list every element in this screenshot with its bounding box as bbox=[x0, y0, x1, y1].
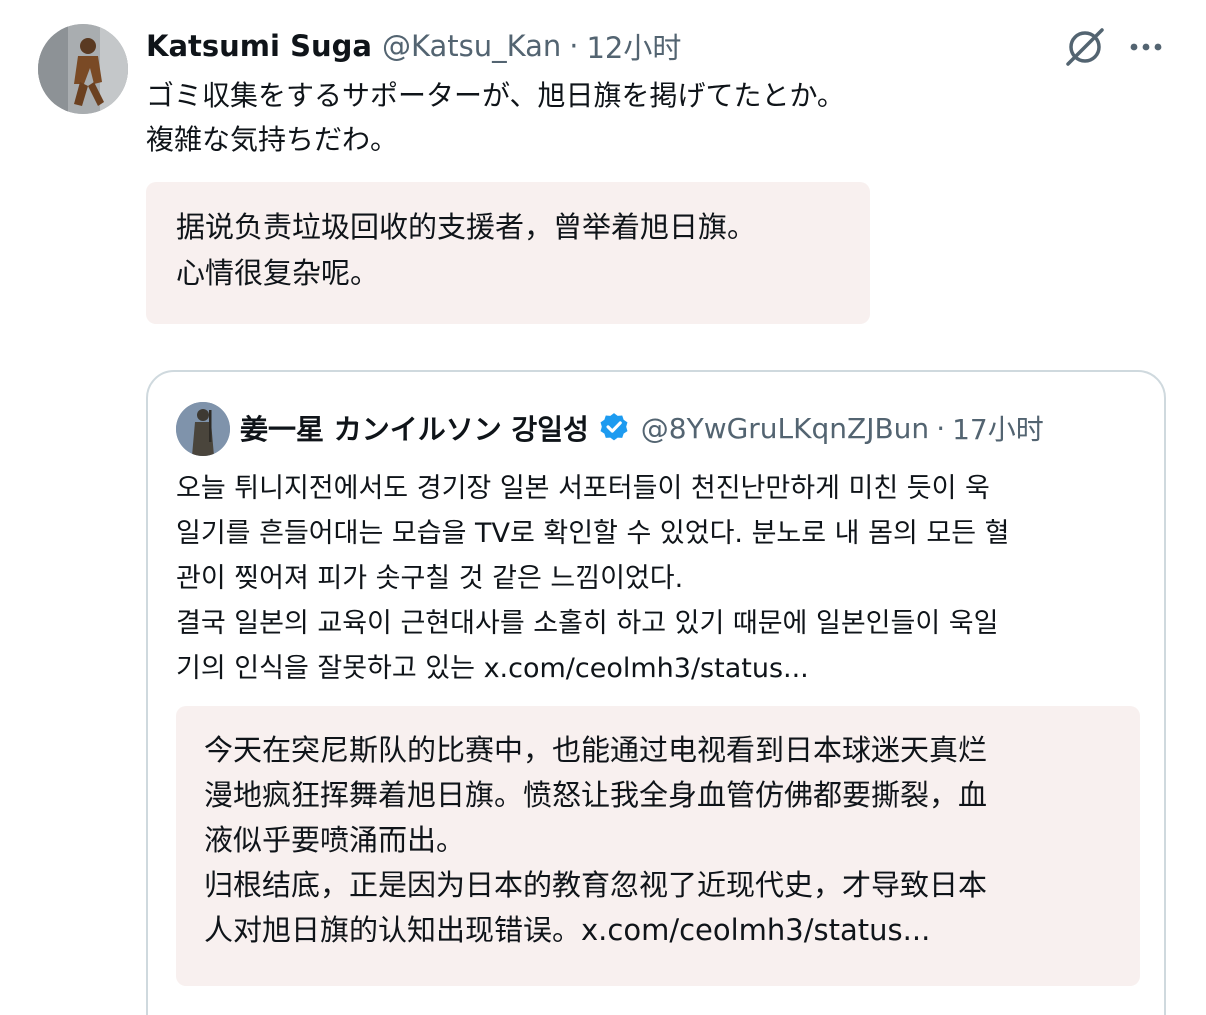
quoted-author-name[interactable]: 姜一星 カンイルソン 강일성 bbox=[240, 408, 589, 448]
tweet-text-line: ゴミ収集をするサポーターが、旭日旗を掲げてたとか。 bbox=[146, 79, 845, 112]
quoted-text-line: 기의 인식을 잘못하고 있는 x.com/ceolmh3/status... bbox=[176, 653, 809, 684]
quoted-text: 오늘 튀니지전에서도 경기장 일본 서포터들이 천진난만하게 미친 듯이 욱 일… bbox=[176, 466, 1146, 691]
quoted-tweet[interactable]: 姜一星 カンイルソン 강일성 @8YwGruLKqnZJBun · 17小时 오… bbox=[146, 370, 1166, 1015]
more-dots-icon bbox=[1130, 43, 1162, 51]
quoted-translation-line: 归根结底，正是因为日本的教育忽视了近现代史，才导致日本 bbox=[204, 868, 988, 902]
quoted-text-line: 오늘 튀니지전에서도 경기장 일본 서포터들이 천진난만하게 미친 듯이 욱 bbox=[176, 473, 990, 504]
grok-button[interactable] bbox=[1062, 24, 1108, 70]
avatar-figure-icon bbox=[38, 24, 128, 114]
quoted-author-handle[interactable]: @8YwGruLKqnZJBun bbox=[641, 412, 929, 445]
quoted-translation-line: 今天在突尼斯队的比赛中，也能通过电视看到日本球迷天真烂 bbox=[204, 733, 988, 767]
tweet-text: ゴミ収集をするサポーターが、旭日旗を掲げてたとか。 複雑な気持ちだわ。 bbox=[146, 74, 1146, 162]
quoted-text-line: 일기를 흔들어대는 모습을 TV로 확인할 수 있었다. 분노로 내 몸의 모든… bbox=[176, 518, 1010, 549]
tweet-text-line: 複雑な気持ちだわ。 bbox=[146, 123, 399, 156]
quoted-translation-line: 人对旭日旗的认知出现错误。x.com/ceolmh3/status... bbox=[204, 913, 931, 947]
author-handle[interactable]: @Katsu_Kan bbox=[382, 29, 561, 63]
quoted-text-line: 결국 일본의 교육이 근현대사를 소홀히 하고 있기 때문에 일본인들이 욱일 bbox=[176, 608, 999, 639]
quoted-text-line: 관이 찢어져 피가 솟구칠 것 같은 느낌이었다. bbox=[176, 563, 684, 594]
tweet-time[interactable]: 12小时 bbox=[586, 25, 681, 67]
meta-separator: · bbox=[569, 29, 579, 63]
tweet-translation: 据说负责垃圾回收的支援者，曾举着旭日旗。 心情很复杂呢。 bbox=[146, 182, 870, 324]
quoted-translation-line: 漫地疯狂挥舞着旭日旗。愤怒让我全身血管仿佛都要撕裂，血 bbox=[204, 778, 988, 812]
tweet: Katsumi Suga @Katsu_Kan · 12小时 ゴミ収集をするサポ… bbox=[0, 0, 1206, 1015]
translation-line: 据说负责垃圾回收的支援者，曾举着旭日旗。 bbox=[176, 210, 757, 244]
verified-badge-icon bbox=[600, 413, 628, 441]
quoted-meta-separator: · bbox=[936, 411, 946, 445]
tweet-header: Katsumi Suga @Katsu_Kan · 12小时 bbox=[146, 26, 681, 66]
more-options-button[interactable] bbox=[1126, 30, 1166, 64]
author-avatar[interactable] bbox=[38, 24, 128, 114]
quoted-header: 姜一星 カンイルソン 강일성 @8YwGruLKqnZJBun · 17小时 bbox=[240, 406, 1044, 450]
translation-line: 心情很复杂呢。 bbox=[176, 256, 380, 290]
quoted-translation: 今天在突尼斯队的比赛中，也能通过电视看到日本球迷天真烂 漫地疯狂挥舞着旭日旗。愤… bbox=[176, 706, 1140, 986]
quoted-time[interactable]: 17小时 bbox=[952, 408, 1044, 448]
statue-avatar-icon bbox=[176, 402, 230, 456]
quoted-translation-line: 液似乎要喷涌而出。 bbox=[204, 823, 466, 857]
quoted-author-avatar[interactable] bbox=[176, 402, 230, 456]
grok-slashed-circle-icon bbox=[1066, 28, 1104, 66]
author-name[interactable]: Katsumi Suga bbox=[146, 29, 372, 63]
